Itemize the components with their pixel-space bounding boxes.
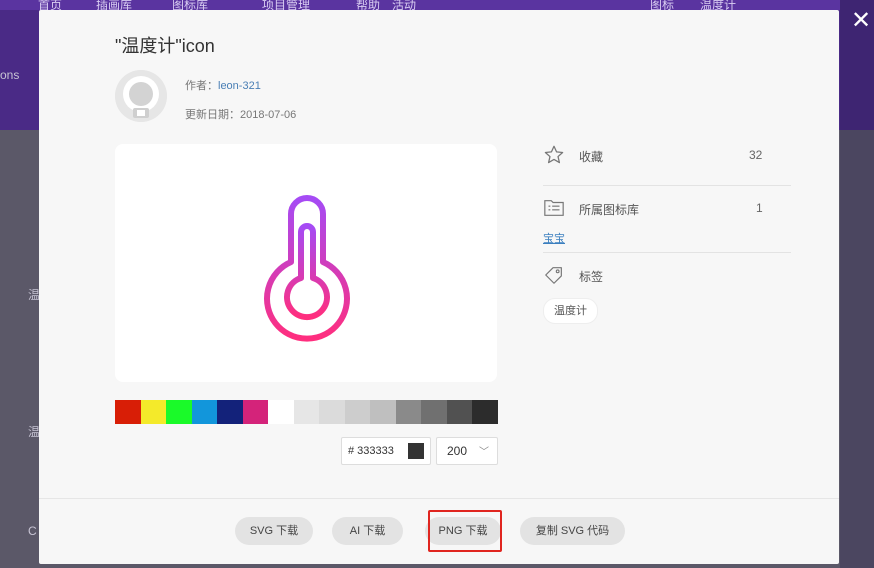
icon-detail-modal: "温度计"icon 作者：leon-321 更新日期：2018-07-06 # …	[39, 10, 839, 564]
author-link[interactable]: leon-321	[218, 80, 261, 92]
bg-side-text: ons	[0, 68, 20, 82]
library-link[interactable]: 宝宝	[543, 230, 565, 246]
hex-prefix: #	[348, 445, 355, 457]
icon-preview	[115, 144, 497, 382]
tag-icon	[545, 267, 562, 284]
color-swatch[interactable]	[293, 400, 319, 424]
close-icon[interactable]: ✕	[850, 9, 872, 33]
color-swatch[interactable]	[242, 400, 268, 424]
size-value: 200	[447, 444, 468, 458]
divider	[543, 185, 791, 186]
chevron-down-icon: ﹀	[479, 447, 489, 458]
color-swatch[interactable]	[319, 400, 345, 424]
color-swatch[interactable]	[217, 400, 243, 424]
color-swatch[interactable]	[421, 400, 447, 424]
color-swatch[interactable]	[191, 400, 217, 424]
divider	[543, 252, 791, 253]
updated-label: 更新日期：	[185, 109, 240, 121]
library-label: 所属图标库	[579, 203, 640, 217]
color-swatch[interactable]	[344, 400, 370, 424]
color-swatch[interactable]	[140, 400, 166, 424]
color-swatch[interactable]	[370, 400, 396, 424]
hex-color-input[interactable]: # 333333	[341, 437, 431, 465]
color-swatch[interactable]	[395, 400, 421, 424]
color-swatch[interactable]	[446, 400, 472, 424]
footer-divider	[39, 498, 839, 499]
avatar[interactable]	[115, 70, 167, 122]
size-select[interactable]: 200 ﹀	[436, 437, 498, 465]
color-swatch[interactable]	[268, 400, 294, 424]
library-icon	[544, 200, 564, 216]
color-swatch[interactable]	[115, 400, 141, 424]
tag-pill[interactable]: 温度计	[543, 298, 598, 324]
background-nav: 首页 插画库 图标库 项目管理 帮助 活动 图标 温度计	[0, 0, 874, 12]
color-swatch[interactable]	[472, 400, 498, 424]
author-row: 作者：leon-321	[185, 77, 261, 93]
hex-value: 333333	[357, 445, 394, 457]
icon-title: "温度计"icon	[115, 36, 215, 56]
ai-download-button[interactable]: AI 下载	[332, 517, 403, 545]
favorites-count: 32	[749, 148, 763, 162]
updated-row: 更新日期：2018-07-06	[185, 106, 296, 122]
library-count: 1	[756, 201, 763, 215]
svg-download-button[interactable]: SVG 下载	[235, 517, 313, 545]
color-swatch[interactable]	[166, 400, 192, 424]
bg-side-text: C	[28, 524, 37, 538]
tags-label: 标签	[579, 270, 604, 284]
author-label: 作者：	[185, 80, 218, 92]
thermometer-icon	[264, 195, 350, 342]
star-icon[interactable]	[543, 144, 565, 166]
color-preview-chip	[408, 443, 424, 459]
color-palette	[115, 400, 498, 424]
favorites-label: 收藏	[579, 150, 604, 164]
avatar-icon	[115, 70, 167, 122]
updated-date: 2018-07-06	[240, 109, 297, 121]
copy-svg-code-button[interactable]: 复制 SVG 代码	[520, 517, 625, 545]
png-download-highlight	[428, 510, 502, 552]
